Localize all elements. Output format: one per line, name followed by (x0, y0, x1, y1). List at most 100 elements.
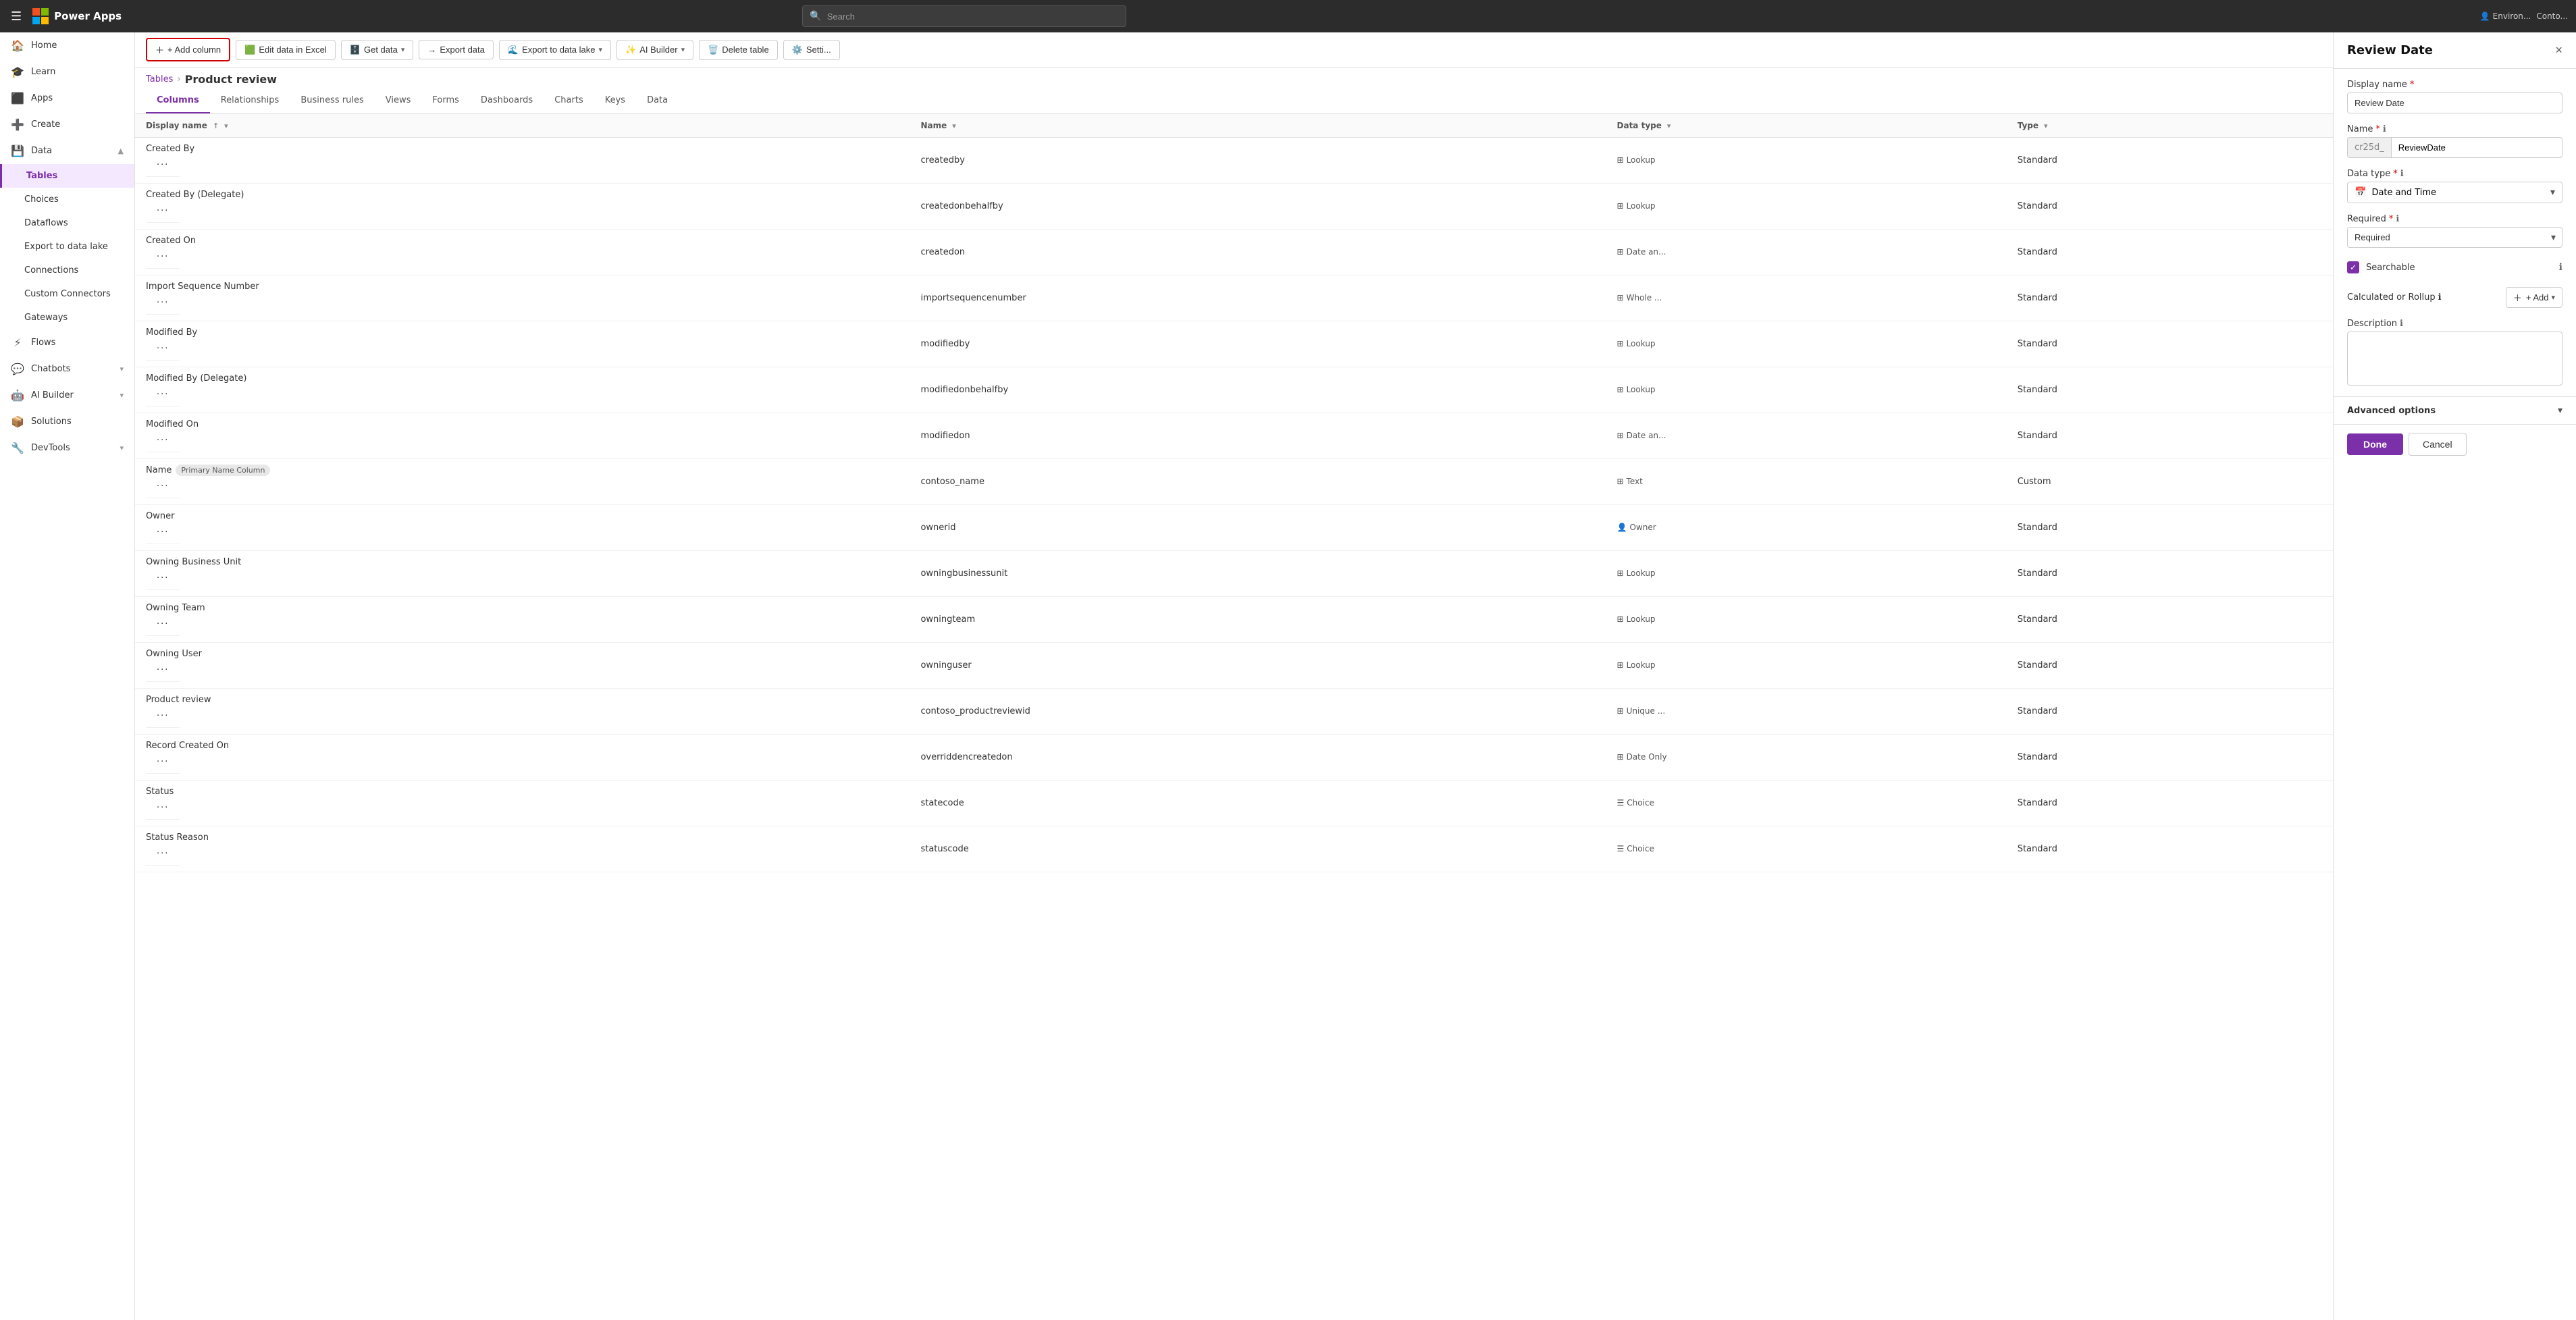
hamburger-icon[interactable]: ☰ (8, 7, 24, 26)
col-header-data-type[interactable]: Data type ▾ (1606, 114, 2007, 138)
sidebar-item-ai-builder[interactable]: 🤖 AI Builder ▾ (0, 382, 134, 408)
data-type-select-row[interactable]: 📅 Date and Time ▾ (2347, 182, 2562, 203)
searchable-label: Searchable (2366, 263, 2552, 273)
col-header-display-name[interactable]: Display name ↑ ▾ (135, 114, 910, 138)
tab-keys[interactable]: Keys (594, 88, 636, 113)
breadcrumb-parent[interactable]: Tables (146, 74, 173, 84)
search-bar[interactable]: 🔍 (802, 5, 1126, 27)
type-cell: Custom (2007, 459, 2333, 505)
sidebar-item-dataflows[interactable]: Dataflows (0, 211, 134, 235)
description-textarea[interactable] (2347, 332, 2562, 386)
dots-menu[interactable]: ··· (146, 659, 180, 682)
top-nav: ☰ Power Apps 🔍 👤 Environ... Conto... (0, 0, 2576, 32)
col-header-name[interactable]: Name ▾ (910, 114, 1606, 138)
sidebar-item-choices[interactable]: Choices (0, 188, 134, 211)
display-name-input[interactable] (2347, 93, 2562, 113)
info-icon[interactable]: ℹ (2383, 124, 2386, 134)
ai-builder-button[interactable]: ✨ AI Builder ▾ (616, 40, 693, 60)
sidebar-item-home[interactable]: 🏠 Home (0, 32, 134, 59)
tab-columns[interactable]: Columns (146, 88, 210, 113)
sidebar-item-solutions[interactable]: 📦 Solutions (0, 408, 134, 435)
dots-menu[interactable]: ··· (146, 292, 180, 315)
tab-data[interactable]: Data (636, 88, 679, 113)
delete-table-button[interactable]: 🗑️ Delete table (699, 40, 778, 60)
data-type-cell: ⊞ Text (1606, 459, 2007, 505)
export-lake-button[interactable]: 🌊 Export to data lake ▾ (499, 40, 611, 60)
dots-menu[interactable]: ··· (146, 521, 180, 544)
dots-menu[interactable]: ··· (146, 338, 180, 361)
col-header-type[interactable]: Type ▾ (2007, 114, 2333, 138)
dots-menu[interactable]: ··· (146, 384, 180, 406)
get-data-button[interactable]: 🗄️ Get data ▾ (341, 40, 414, 60)
dots-menu[interactable]: ··· (146, 567, 180, 590)
ai-builder-icon: 🤖 (11, 389, 24, 402)
filter-icon[interactable]: ▾ (1667, 122, 1671, 130)
name-input[interactable] (2391, 137, 2562, 158)
sidebar-item-gateways[interactable]: Gateways (0, 306, 134, 329)
sidebar-item-chatbots[interactable]: 💬 Chatbots ▾ (0, 356, 134, 382)
advanced-options-row[interactable]: Advanced options ▾ (2334, 396, 2576, 424)
dots-menu[interactable]: ··· (146, 200, 180, 223)
info-icon[interactable]: ℹ (2396, 214, 2399, 224)
info-icon[interactable]: ℹ (2438, 292, 2442, 302)
type-cell: Standard (2007, 275, 2333, 321)
close-button[interactable]: × (2555, 43, 2562, 57)
type-cell: Standard (2007, 184, 2333, 230)
filter-icon[interactable]: ▾ (2044, 122, 2048, 130)
sidebar-item-devtools[interactable]: 🔧 DevTools ▾ (0, 435, 134, 461)
dots-menu[interactable]: ··· (146, 797, 180, 820)
tab-relationships[interactable]: Relationships (210, 88, 290, 113)
data-type-cell: ⊞ Lookup (1606, 138, 2007, 184)
sidebar-item-apps[interactable]: ⬛ Apps (0, 85, 134, 111)
dots-menu[interactable]: ··· (146, 843, 180, 866)
content-area: ＋ + Add column 🟩 Edit data in Excel 🗄️ G… (135, 32, 2333, 1320)
sidebar-item-learn[interactable]: 🎓 Learn (0, 59, 134, 85)
dots-menu[interactable]: ··· (146, 751, 180, 774)
sidebar-item-data[interactable]: 💾 Data ▲ (0, 138, 134, 164)
display-name-cell: Created By (Delegate)··· (135, 184, 910, 230)
display-name-cell: Owning User··· (135, 643, 910, 689)
filter-icon[interactable]: ▾ (952, 122, 956, 130)
info-icon[interactable]: ℹ (2400, 169, 2404, 179)
export-lake-icon: 🌊 (508, 45, 519, 55)
name-field-group: Name * ℹ cr25d_ (2347, 124, 2562, 158)
cancel-button[interactable]: Cancel (2409, 433, 2467, 456)
sidebar-item-create[interactable]: ➕ Create (0, 111, 134, 138)
dots-menu[interactable]: ··· (146, 475, 180, 498)
filter-icon[interactable]: ▾ (224, 122, 228, 130)
settings-button[interactable]: ⚙️ Setti... (783, 40, 840, 60)
sidebar-item-tables[interactable]: Tables (0, 164, 134, 188)
dots-menu[interactable]: ··· (146, 246, 180, 269)
info-icon[interactable]: ℹ (2400, 319, 2403, 329)
calc-add-button[interactable]: ＋ + Add ▾ (2506, 287, 2562, 308)
dots-menu[interactable]: ··· (146, 154, 180, 177)
tab-charts[interactable]: Charts (544, 88, 594, 113)
tab-business-rules[interactable]: Business rules (290, 88, 374, 113)
sidebar-item-export[interactable]: Export to data lake (0, 235, 134, 259)
dots-menu[interactable]: ··· (146, 429, 180, 452)
calc-row: Calculated or Rollup ℹ ＋ + Add ▾ (2347, 287, 2562, 308)
searchable-checkbox[interactable]: ✓ (2347, 261, 2359, 273)
sidebar: 🏠 Home 🎓 Learn ⬛ Apps ➕ Create 💾 Data ▲ … (0, 32, 135, 1320)
dots-menu[interactable]: ··· (146, 705, 180, 728)
tab-views[interactable]: Views (375, 88, 422, 113)
table-row: Created By (Delegate)···createdonbehalfb… (135, 184, 2333, 230)
data-type-cell: ⊞ Lookup (1606, 643, 2007, 689)
name-cell: contoso_productreviewid (910, 689, 1606, 735)
edit-excel-button[interactable]: 🟩 Edit data in Excel (236, 40, 336, 60)
sidebar-item-flows[interactable]: ⚡ Flows (0, 329, 134, 356)
dots-menu[interactable]: ··· (146, 613, 180, 636)
sidebar-item-connections[interactable]: Connections (0, 259, 134, 282)
export-data-button[interactable]: → Export data (419, 40, 494, 59)
search-input[interactable] (827, 11, 1120, 22)
tab-dashboards[interactable]: Dashboards (470, 88, 544, 113)
sidebar-item-custom-connectors[interactable]: Custom Connectors (0, 282, 134, 306)
data-type-field-group: Data type * ℹ 📅 Date and Time ▾ (2347, 169, 2562, 203)
breadcrumb: Tables › Product review (135, 68, 2333, 88)
required-select[interactable]: Required Optional (2347, 227, 2562, 248)
done-button[interactable]: Done (2347, 433, 2403, 455)
info-icon[interactable]: ℹ (2559, 262, 2562, 273)
name-cell: statuscode (910, 826, 1606, 872)
tab-forms[interactable]: Forms (421, 88, 470, 113)
add-column-button[interactable]: ＋ + Add column (146, 38, 230, 61)
